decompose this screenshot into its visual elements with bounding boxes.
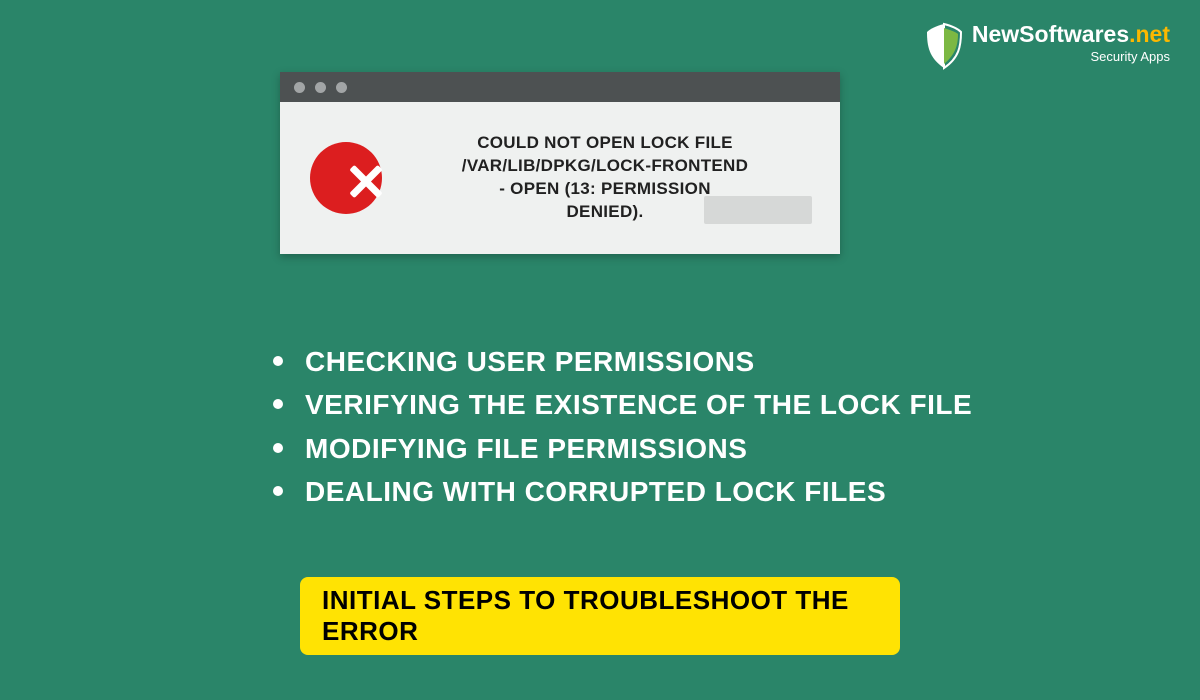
titlebar-dot-icon xyxy=(294,82,305,93)
error-line: COULD NOT OPEN LOCK FILE xyxy=(477,133,733,152)
list-item: DEALING WITH CORRUPTED LOCK FILES xyxy=(265,470,972,513)
brand-name-main: NewSoftwares xyxy=(972,21,1129,47)
footer-title-text: INITIAL STEPS TO TROUBLESHOOT THE ERROR xyxy=(322,585,849,646)
titlebar-dot-icon xyxy=(315,82,326,93)
troubleshooting-steps-list: CHECKING USER PERMISSIONS VERIFYING THE … xyxy=(265,340,972,514)
brand-subtitle: Security Apps xyxy=(1091,49,1171,64)
list-item: MODIFYING FILE PERMISSIONS xyxy=(265,427,972,470)
footer-title-banner: INITIAL STEPS TO TROUBLESHOOT THE ERROR xyxy=(300,577,900,655)
error-line: DENIED). xyxy=(566,202,643,221)
list-item: VERIFYING THE EXISTENCE OF THE LOCK FILE xyxy=(265,383,972,426)
error-x-icon xyxy=(310,142,382,214)
window-titlebar xyxy=(280,72,840,102)
brand-logo-icon xyxy=(924,22,964,70)
error-dialog-window: COULD NOT OPEN LOCK FILE /VAR/LIB/DPKG/L… xyxy=(280,72,840,254)
dialog-ok-button[interactable] xyxy=(704,196,812,224)
brand-logo: NewSoftwares.net Security Apps xyxy=(924,22,1170,70)
dialog-body: COULD NOT OPEN LOCK FILE /VAR/LIB/DPKG/L… xyxy=(280,102,840,254)
brand-name: NewSoftwares.net xyxy=(972,22,1170,47)
error-line: - OPEN (13: PERMISSION xyxy=(499,179,711,198)
error-line: /VAR/LIB/DPKG/LOCK-FRONTEND xyxy=(462,156,748,175)
list-item: CHECKING USER PERMISSIONS xyxy=(265,340,972,383)
brand-logo-text: NewSoftwares.net Security Apps xyxy=(972,22,1170,64)
brand-name-accent: .net xyxy=(1129,21,1170,47)
titlebar-dot-icon xyxy=(336,82,347,93)
